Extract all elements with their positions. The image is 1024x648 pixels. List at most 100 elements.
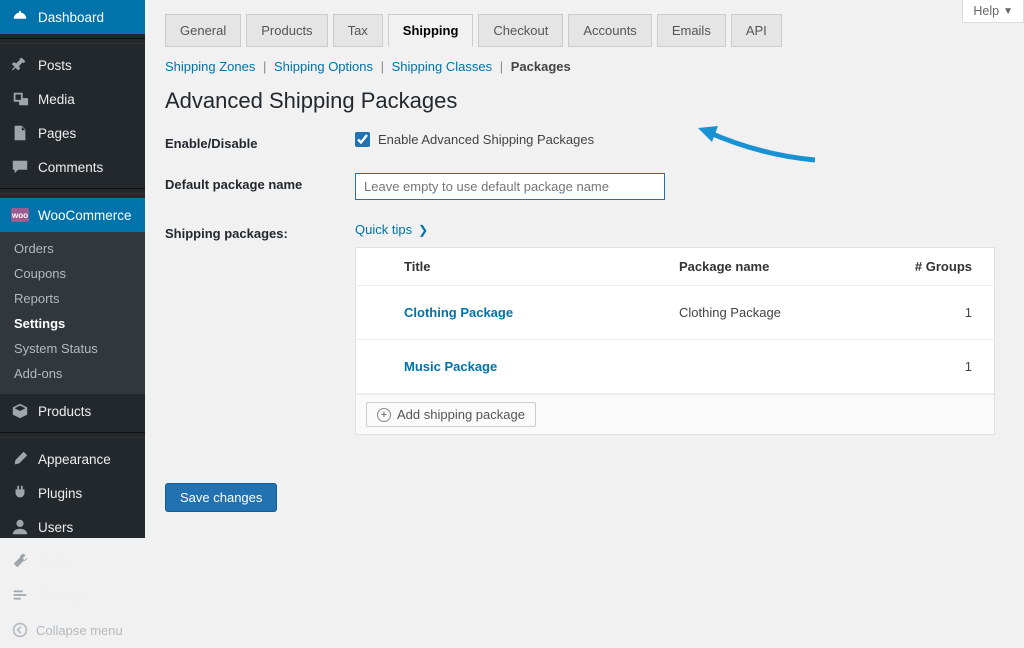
tab-emails[interactable]: Emails — [657, 14, 726, 47]
sidebar-label: Users — [38, 520, 73, 535]
sidebar-sub-addons[interactable]: Add-ons — [0, 361, 145, 386]
enable-checkbox-label: Enable Advanced Shipping Packages — [378, 132, 594, 147]
sidebar-item-woocommerce[interactable]: woo WooCommerce — [0, 198, 145, 232]
help-label: Help — [973, 4, 999, 18]
row-enable: Enable/Disable Enable Advanced Shipping … — [165, 132, 1004, 151]
media-icon — [10, 89, 30, 109]
sidebar-item-users[interactable]: Users — [0, 510, 145, 544]
col-groups: # Groups — [868, 259, 994, 274]
row-title-link[interactable]: Music Package — [388, 359, 663, 374]
sidebar-item-media[interactable]: Media — [0, 82, 145, 116]
tab-general[interactable]: General — [165, 14, 241, 47]
subnav-zones[interactable]: Shipping Zones — [165, 59, 255, 74]
comment-icon — [10, 157, 30, 177]
subnav-sep: | — [500, 59, 503, 74]
table-row[interactable]: Clothing Package Clothing Package 1 — [356, 286, 994, 340]
subnav-sep: | — [381, 59, 384, 74]
collapse-icon — [10, 620, 30, 640]
brush-icon — [10, 449, 30, 469]
col-title: Title — [388, 259, 663, 274]
sidebar-label: Comments — [38, 160, 103, 175]
enable-checkbox[interactable] — [355, 132, 370, 147]
tab-tax[interactable]: Tax — [333, 14, 383, 47]
table-row[interactable]: Music Package 1 — [356, 340, 994, 394]
sidebar-label: WooCommerce — [38, 208, 132, 223]
collapse-label: Collapse menu — [36, 623, 123, 638]
sidebar-sub-system-status[interactable]: System Status — [0, 336, 145, 361]
sidebar-submenu-woocommerce: Orders Coupons Reports Settings System S… — [0, 232, 145, 394]
tab-shipping[interactable]: Shipping — [388, 14, 474, 47]
row-packages: Shipping packages: Quick tips ❯ Title Pa… — [165, 222, 1004, 435]
plus-icon: + — [377, 408, 391, 422]
row-groups: 1 — [868, 359, 994, 374]
help-toggle[interactable]: Help ▼ — [962, 0, 1024, 23]
sidebar-item-plugins[interactable]: Plugins — [0, 476, 145, 510]
sidebar-label: Products — [38, 404, 91, 419]
add-package-button[interactable]: + Add shipping package — [366, 402, 536, 427]
tab-checkout[interactable]: Checkout — [478, 14, 563, 47]
caret-down-icon: ▼ — [1003, 6, 1013, 17]
sidebar-label: Plugins — [38, 486, 82, 501]
sidebar-separator — [0, 38, 145, 44]
label-default-name: Default package name — [165, 173, 355, 192]
sidebar-separator — [0, 188, 145, 194]
sidebar-item-settings[interactable]: Settings — [0, 578, 145, 612]
sidebar-item-products[interactable]: Products — [0, 394, 145, 428]
col-name: Package name — [663, 259, 868, 274]
pin-icon — [10, 55, 30, 75]
sidebar-label: Posts — [38, 58, 72, 73]
row-groups: 1 — [868, 305, 994, 320]
row-title-link[interactable]: Clothing Package — [388, 305, 663, 320]
packages-area: Quick tips ❯ Title Package name # Groups… — [355, 222, 995, 435]
sidebar-sub-orders[interactable]: Orders — [0, 236, 145, 261]
sidebar-label: Dashboard — [38, 10, 104, 25]
dashboard-icon — [10, 7, 30, 27]
wrench-icon — [10, 551, 30, 571]
admin-sidebar: Dashboard Posts Media Pages Comments woo… — [0, 0, 145, 538]
plugin-icon — [10, 483, 30, 503]
tab-accounts[interactable]: Accounts — [568, 14, 651, 47]
main-content: Help ▼ General Products Tax Shipping Che… — [145, 0, 1024, 538]
packages-table: Title Package name # Groups Clothing Pac… — [355, 247, 995, 435]
table-footer: + Add shipping package — [356, 394, 994, 434]
sidebar-item-pages[interactable]: Pages — [0, 116, 145, 150]
sidebar-item-posts[interactable]: Posts — [0, 48, 145, 82]
sidebar-sub-reports[interactable]: Reports — [0, 286, 145, 311]
tab-api[interactable]: API — [731, 14, 782, 47]
sidebar-sub-coupons[interactable]: Coupons — [0, 261, 145, 286]
page-icon — [10, 123, 30, 143]
sidebar-item-tools[interactable]: Tools — [0, 544, 145, 578]
sidebar-separator — [0, 432, 145, 438]
sidebar-sub-settings[interactable]: Settings — [0, 311, 145, 336]
quick-tips-label: Quick tips — [355, 222, 412, 237]
add-package-label: Add shipping package — [397, 407, 525, 422]
row-name: Clothing Package — [663, 305, 868, 320]
collapse-menu[interactable]: Collapse menu — [0, 612, 145, 648]
shipping-subnav: Shipping Zones | Shipping Options | Ship… — [165, 59, 1004, 74]
page-title: Advanced Shipping Packages — [165, 88, 1004, 114]
sidebar-item-appearance[interactable]: Appearance — [0, 442, 145, 476]
user-icon — [10, 517, 30, 537]
label-enable: Enable/Disable — [165, 132, 355, 151]
sidebar-label: Pages — [38, 126, 76, 141]
quick-tips-link[interactable]: Quick tips ❯ — [355, 222, 995, 237]
sidebar-item-dashboard[interactable]: Dashboard — [0, 0, 145, 34]
tab-products[interactable]: Products — [246, 14, 327, 47]
default-name-input[interactable] — [355, 173, 665, 200]
subnav-sep: | — [263, 59, 266, 74]
woocommerce-icon: woo — [10, 205, 30, 225]
subnav-packages: Packages — [511, 59, 571, 74]
products-icon — [10, 401, 30, 421]
sidebar-item-comments[interactable]: Comments — [0, 150, 145, 184]
label-packages: Shipping packages: — [165, 222, 355, 241]
sidebar-label: Appearance — [38, 452, 111, 467]
chevron-right-icon: ❯ — [418, 223, 428, 237]
subnav-options[interactable]: Shipping Options — [274, 59, 373, 74]
sliders-icon — [10, 585, 30, 605]
enable-field: Enable Advanced Shipping Packages — [355, 132, 594, 147]
sidebar-label: Media — [38, 92, 75, 107]
subnav-classes[interactable]: Shipping Classes — [392, 59, 492, 74]
sidebar-label: Tools — [38, 554, 70, 569]
row-default-name: Default package name — [165, 173, 1004, 200]
save-button[interactable]: Save changes — [165, 483, 277, 512]
